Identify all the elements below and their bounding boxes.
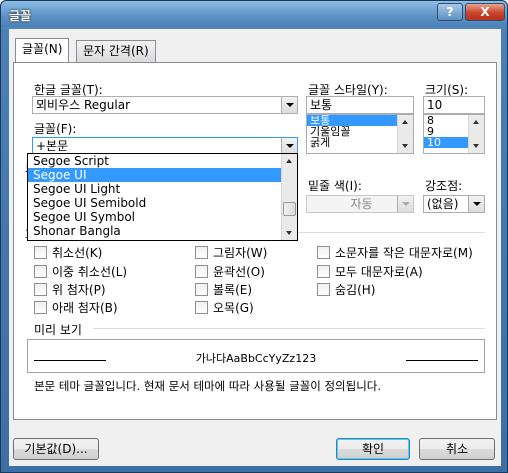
font-option[interactable]: Segoe Script xyxy=(28,154,297,168)
preview-box: 가나다AaBbCcYyZz123 xyxy=(27,339,485,373)
underline-color-label: 밑줄 색(I): xyxy=(308,179,362,193)
font-label: 글꼴(F): xyxy=(34,122,77,136)
checkbox-label: 윤곽선(O) xyxy=(213,265,265,279)
checkbox-box[interactable] xyxy=(195,283,208,296)
checkbox-box[interactable] xyxy=(317,265,330,278)
korean-font-value: 뫼비우스 Regular xyxy=(36,98,131,112)
emphasis-value: (없음) xyxy=(427,197,459,211)
checkbox-box[interactable] xyxy=(195,301,208,314)
checkbox-label: 오목(G) xyxy=(213,301,254,315)
scroll-down-icon[interactable] xyxy=(469,139,484,153)
scroll-down-icon[interactable] xyxy=(282,226,297,240)
checkbox-shadow[interactable]: 그림자(W) xyxy=(195,244,267,261)
font-option[interactable]: Segoe UI Symbol xyxy=(28,210,297,224)
ok-button[interactable]: 확인 xyxy=(336,438,410,460)
checkbox-box[interactable] xyxy=(34,246,47,259)
underline-color-select[interactable]: 자동 xyxy=(306,195,414,213)
checkbox-label: 취소선(K) xyxy=(52,246,103,260)
scroll-down-icon[interactable] xyxy=(398,139,413,153)
checkbox-box[interactable] xyxy=(34,283,47,296)
checkbox-small-caps[interactable]: 소문자를 작은 대문자로(M) xyxy=(317,244,473,261)
font-style-list[interactable]: 보통 기울임꼴 굵게 xyxy=(306,114,414,154)
tab-font[interactable]: 글꼴(N) xyxy=(15,38,70,62)
checkbox-superscript[interactable]: 위 첨자(P) xyxy=(34,281,106,298)
emphasis-dropdown-icon[interactable] xyxy=(468,196,484,212)
window-title: 글꼴 xyxy=(9,9,32,23)
underline-color-value: 자동 xyxy=(350,197,373,211)
preview-sample: 가나다AaBbCcYyZz123 xyxy=(195,352,317,365)
checkbox-label: 위 첨자(P) xyxy=(52,283,106,297)
korean-font-dropdown-icon[interactable] xyxy=(281,97,297,113)
checkbox-box[interactable] xyxy=(34,301,47,314)
checkbox-label: 숨김(H) xyxy=(335,283,376,297)
preview-divider xyxy=(93,328,485,329)
checkbox-label: 소문자를 작은 대문자로(M) xyxy=(335,246,473,260)
cancel-button[interactable]: 취소 xyxy=(419,438,495,460)
checkbox-subscript[interactable]: 아래 첨자(B) xyxy=(34,299,118,316)
font-option[interactable]: Segoe UI xyxy=(28,168,297,182)
set-default-button[interactable]: 기본값(D)... xyxy=(13,438,99,460)
help-button[interactable]: ? xyxy=(437,3,463,21)
size-scrollbar[interactable] xyxy=(468,115,484,153)
preview-label: 미리 보기 xyxy=(34,323,82,337)
size-list[interactable]: 8 9 10 xyxy=(423,114,485,154)
checkbox-emboss[interactable]: 볼록(E) xyxy=(195,281,252,298)
font-dropdown-scrollbar[interactable] xyxy=(281,154,297,240)
scroll-up-icon[interactable] xyxy=(398,115,413,129)
emphasis-label: 강조점: xyxy=(425,179,463,193)
font-option[interactable]: Shonar Bangla xyxy=(28,224,297,238)
checkbox-label: 그림자(W) xyxy=(213,246,268,260)
emphasis-select[interactable]: (없음) xyxy=(423,195,485,213)
checkbox-double-strikethrough[interactable]: 이중 취소선(L) xyxy=(34,263,127,280)
korean-font-select[interactable]: 뫼비우스 Regular xyxy=(32,96,298,114)
underline-color-dropdown-icon[interactable] xyxy=(397,196,413,212)
font-dropdown-list[interactable]: Segoe Script Segoe UI Segoe UI Light Segoe … xyxy=(27,153,298,241)
close-button[interactable]: X xyxy=(465,3,505,21)
font-dropdown-icon[interactable] xyxy=(281,138,297,154)
font-style-input[interactable]: 보통 xyxy=(306,96,414,114)
checkbox-engrave[interactable]: 오목(G) xyxy=(195,299,254,316)
checkbox-box[interactable] xyxy=(195,265,208,278)
checkbox-box[interactable] xyxy=(317,246,330,259)
tab-character-spacing[interactable]: 문자 간격(R) xyxy=(76,40,156,62)
title-bar[interactable]: 글꼴 ? X xyxy=(1,1,507,27)
scroll-up-icon[interactable] xyxy=(282,154,297,168)
font-dialog-window: 글꼴 ? X 글꼴(N) 문자 간격(R) 한글 글꼴(T): 뫼비우스 Reg… xyxy=(0,0,508,473)
size-input[interactable]: 10 xyxy=(423,96,485,114)
scroll-up-icon[interactable] xyxy=(469,115,484,129)
checkbox-hidden[interactable]: 숨김(H) xyxy=(317,281,375,298)
preview-note: 본문 테마 글꼴입니다. 현재 문서 테마에 따라 사용될 글꼴이 정의됩니다. xyxy=(34,379,382,393)
checkbox-box[interactable] xyxy=(317,283,330,296)
checkbox-box[interactable] xyxy=(195,246,208,259)
checkbox-label: 이중 취소선(L) xyxy=(52,265,128,279)
checkbox-all-caps[interactable]: 모두 대문자로(A) xyxy=(317,263,423,280)
checkbox-label: 모두 대문자로(A) xyxy=(335,265,423,279)
font-option[interactable]: Segoe UI Semibold xyxy=(28,196,297,210)
font-option[interactable]: Segoe UI Light xyxy=(28,182,297,196)
scroll-thumb[interactable] xyxy=(283,202,296,216)
checkbox-label: 볼록(E) xyxy=(213,283,253,297)
font-value: +본문 xyxy=(36,139,69,153)
checkbox-strikethrough[interactable]: 취소선(K) xyxy=(34,244,102,261)
checkbox-outline[interactable]: 윤곽선(O) xyxy=(195,263,265,280)
checkbox-box[interactable] xyxy=(34,265,47,278)
font-style-scrollbar[interactable] xyxy=(397,115,413,153)
checkbox-label: 아래 첨자(B) xyxy=(52,301,118,315)
